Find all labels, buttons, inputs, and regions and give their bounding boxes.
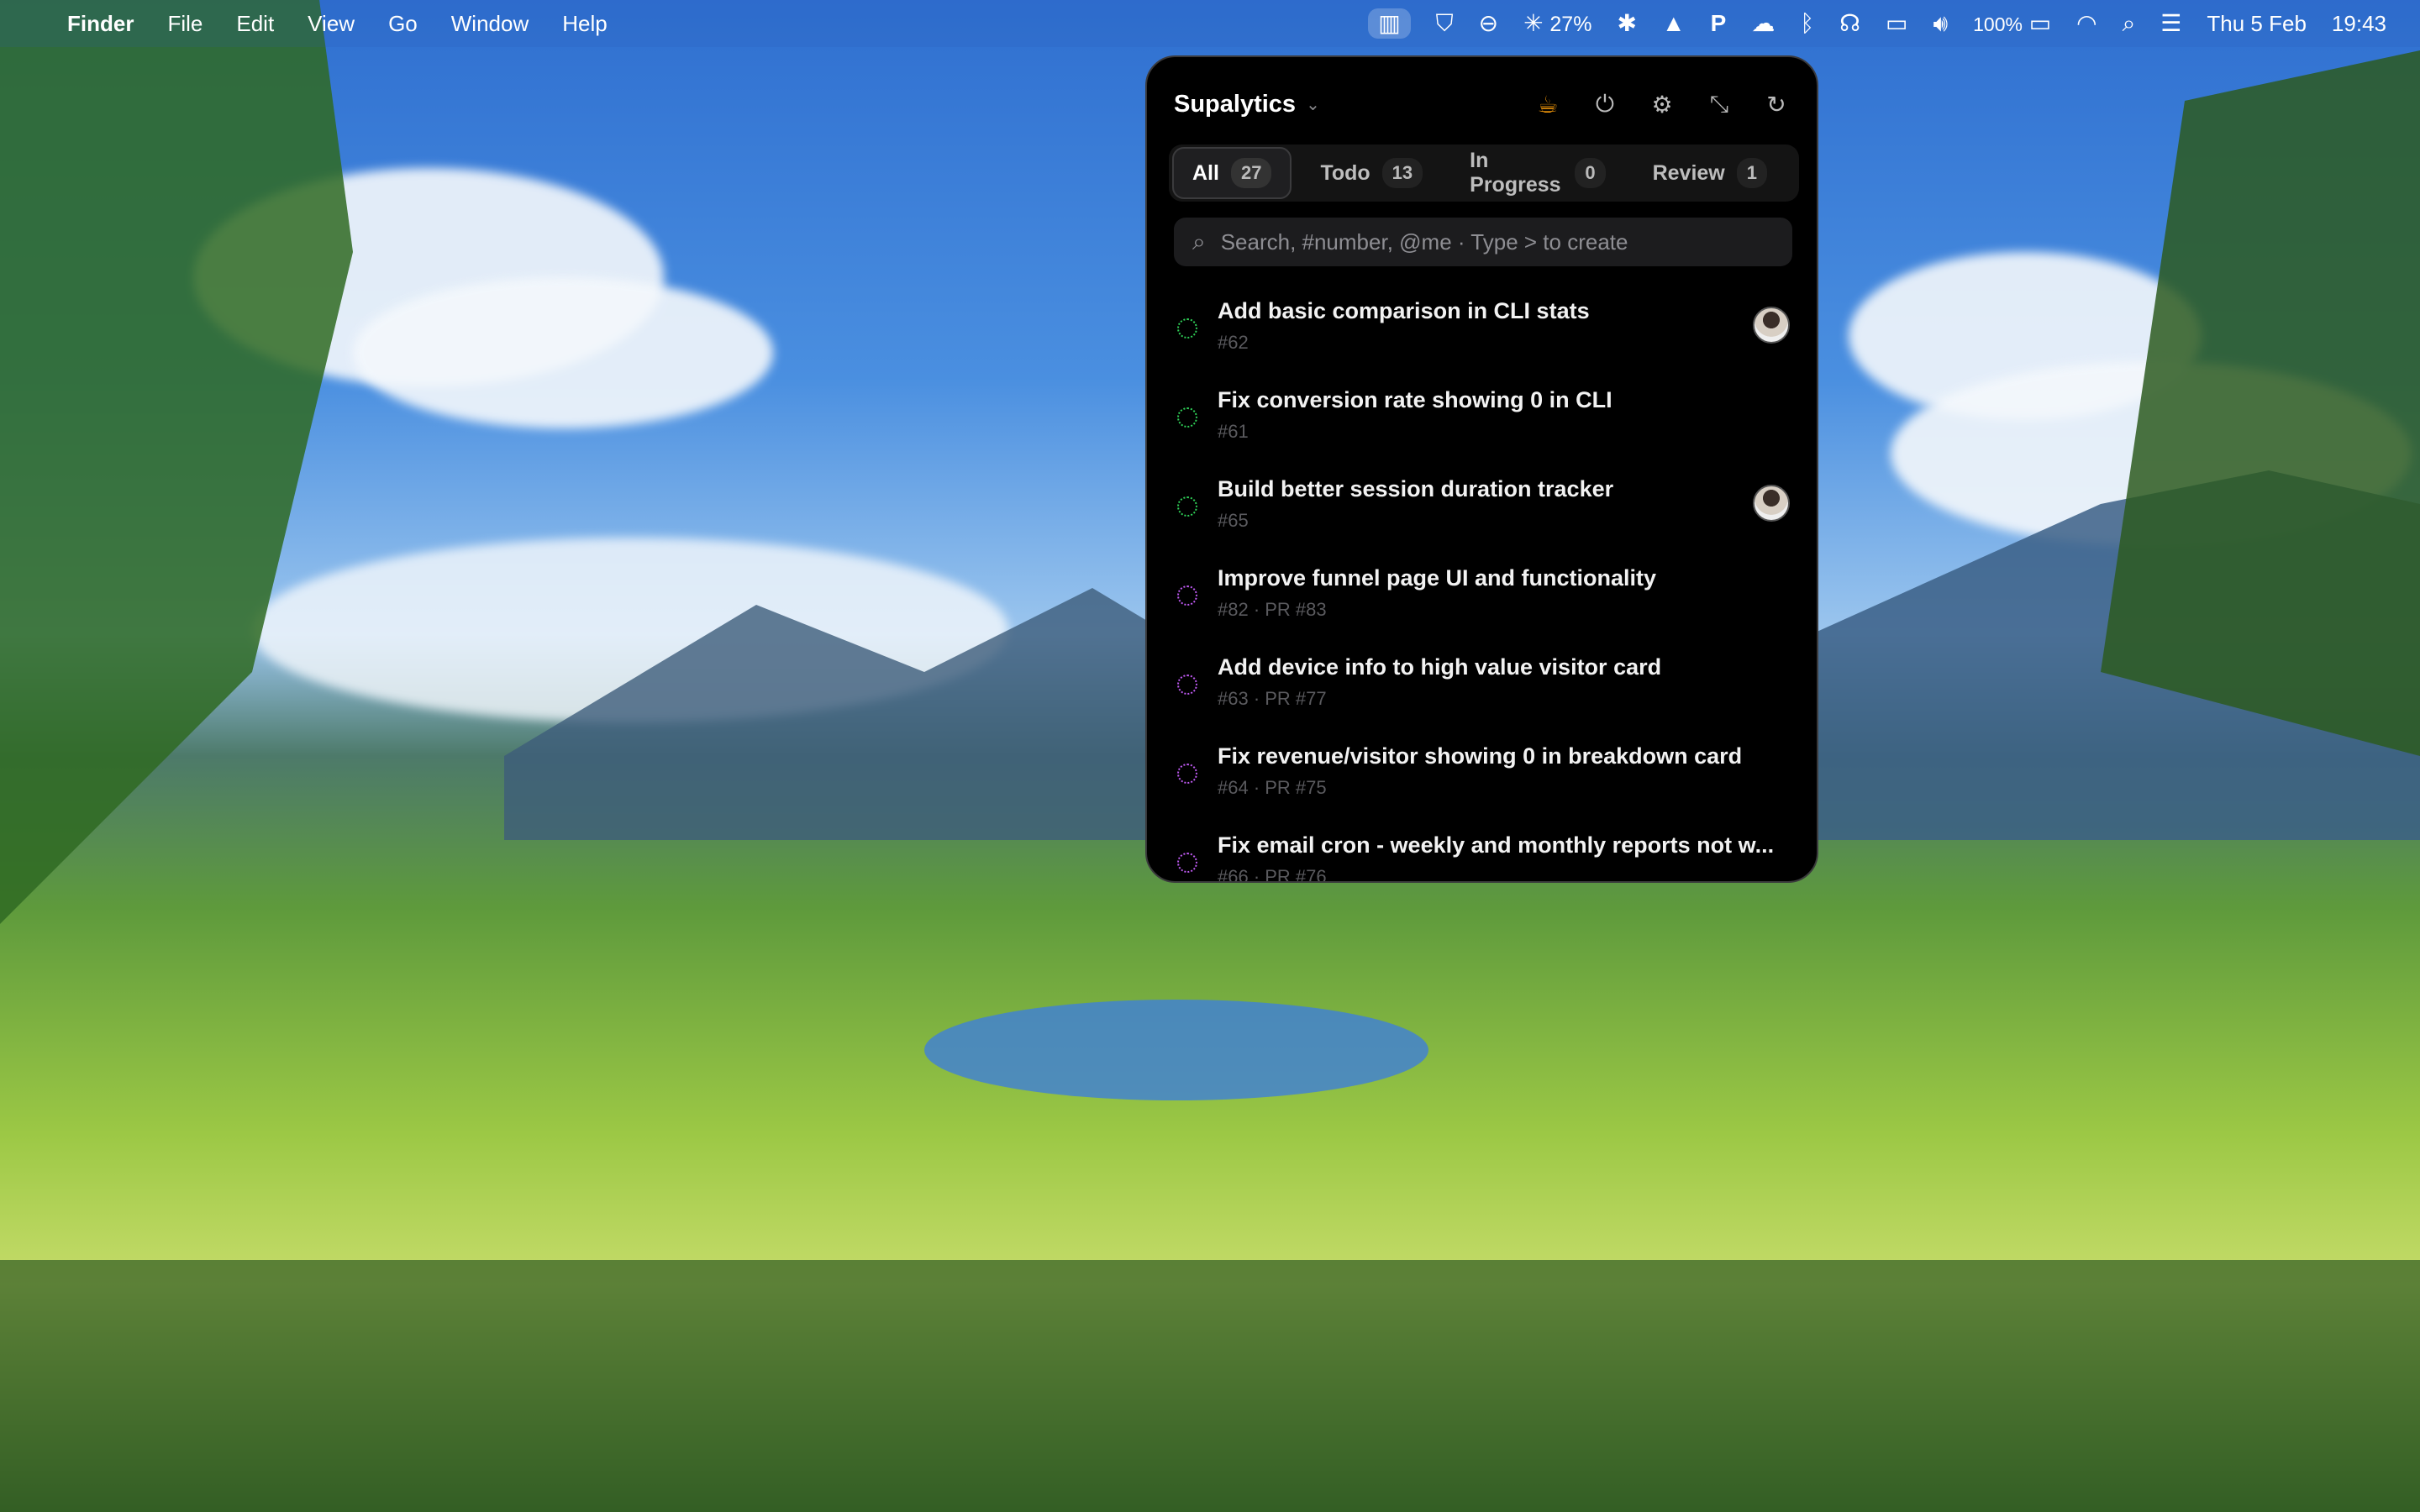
issue-title: Add basic comparison in CLI stats [1218,298,1590,324]
count-badge: 13 [1382,158,1423,188]
expand-icon[interactable]: ⤡ [1706,91,1733,118]
vpn-icon[interactable]: ⊖ [1479,12,1498,35]
shield-icon[interactable]: ⛉ [1436,12,1454,35]
issue-item[interactable]: Build better session duration tracker #6… [1147,466,1817,555]
display-icon[interactable]: ▭ [1886,12,1907,35]
review-status-icon[interactable] [1177,675,1197,695]
status-tabs: All 27 Todo 13 In Progress 0 Review 1 [1169,144,1799,202]
count-badge: 27 [1231,158,1271,188]
issue-number: #65 [1218,510,1249,532]
issue-item[interactable]: Fix conversion rate showing 0 in CLI #61 [1147,377,1817,466]
tab-all[interactable]: All 27 [1172,147,1292,199]
issue-list: Add basic comparison in CLI stats #62 Fi… [1147,288,1817,883]
coffee-icon[interactable]: ☕︎ [1534,91,1561,118]
issue-item[interactable]: Fix email cron - weekly and monthly repo… [1147,822,1817,883]
triangle-icon[interactable]: ▲ [1662,12,1686,35]
tab-label: In Progress [1470,149,1563,197]
menu-window[interactable]: Window [451,11,529,37]
todo-status-icon[interactable] [1177,407,1197,428]
asterisk-icon[interactable]: ✱ [1617,12,1636,35]
menu-edit[interactable]: Edit [236,11,274,37]
power-icon[interactable]: ⏻ [1591,91,1618,118]
bluetooth-icon[interactable]: ᛒ [1800,12,1814,35]
todo-status-icon[interactable] [1177,496,1197,517]
brightness-icon[interactable]: ✳ 27% [1523,12,1591,35]
volume-icon[interactable]: 🔊︎ [1933,12,1948,35]
menu-app-name[interactable]: Finder [67,11,134,37]
issue-title: Add device info to high value visitor ca… [1218,654,1661,680]
ear-icon[interactable]: ☊ [1839,12,1860,35]
tab-in-progress[interactable]: In Progress 0 [1451,147,1623,199]
count-badge: 1 [1737,158,1767,188]
columns-icon[interactable]: ▥ [1368,8,1410,39]
issue-title: Improve funnel page UI and functionality [1218,565,1656,591]
review-status-icon[interactable] [1177,585,1197,606]
cloud-icon[interactable]: ☁ [1751,12,1775,35]
clock-time[interactable]: 19:43 [2332,11,2386,37]
issue-title: Fix revenue/visitor showing 0 in breakdo… [1218,743,1742,769]
assignee-avatar[interactable] [1753,307,1790,344]
issue-number: #64 · PR #75 [1218,777,1327,799]
menu-bar: Finder File Edit View Go Window Help ▥ ⛉… [0,0,2420,47]
wifi-icon[interactable]: ◠ [2076,12,2096,35]
brightness-value: 27% [1549,13,1591,36]
spotlight-search-icon[interactable]: ⌕ [2123,12,2136,35]
issue-number: #61 [1218,421,1249,443]
tab-label: All [1192,161,1219,186]
control-center-icon[interactable]: ☰ [2160,12,2181,35]
search-icon: ⌕ [1192,228,1206,256]
supalytics-popover: Supalytics ⌄ ☕︎ ⏻ ⚙ ⤡ ↻ All 27 Todo 13 In … [1145,55,1818,883]
issue-title: Fix conversion rate showing 0 in CLI [1218,387,1612,413]
menu-file[interactable]: File [167,11,203,37]
clock-date[interactable]: Thu 5 Feb [2207,11,2307,37]
gear-icon[interactable]: ⚙ [1649,91,1676,118]
issue-item[interactable]: Improve funnel page UI and functionality… [1147,555,1817,644]
issue-number: #82 · PR #83 [1218,599,1327,621]
issue-title: Build better session duration tracker [1218,476,1613,502]
chevron-down-icon[interactable]: ⌄ [1306,94,1320,115]
p-app-icon[interactable]: P [1711,12,1727,35]
todo-status-icon[interactable] [1177,318,1197,339]
review-status-icon[interactable] [1177,853,1197,873]
search-bar: ⌕ [1174,218,1792,266]
issue-number: #63 · PR #77 [1218,688,1327,710]
search-input[interactable] [1221,229,1759,255]
issue-item[interactable]: Add basic comparison in CLI stats #62 [1147,288,1817,377]
battery-icon[interactable]: 100% ▭ [1973,12,2051,35]
refresh-icon[interactable]: ↻ [1763,91,1790,118]
issue-item[interactable]: Add device info to high value visitor ca… [1147,644,1817,733]
tab-todo[interactable]: Todo 13 [1302,147,1441,199]
issue-title: Fix email cron - weekly and monthly repo… [1218,832,1774,858]
count-badge: 0 [1575,158,1605,188]
issue-number: #66 · PR #76 [1218,866,1327,883]
tab-label: Review [1653,161,1725,186]
review-status-icon[interactable] [1177,764,1197,784]
issue-number: #62 [1218,332,1249,354]
project-title[interactable]: Supalytics [1174,91,1296,118]
menu-help[interactable]: Help [562,11,607,37]
battery-value: 100% [1973,13,2023,35]
issue-item[interactable]: Fix revenue/visitor showing 0 in breakdo… [1147,733,1817,822]
menu-go[interactable]: Go [388,11,418,37]
menu-view[interactable]: View [308,11,355,37]
assignee-avatar[interactable] [1753,485,1790,522]
tab-label: Todo [1320,161,1370,186]
tab-review[interactable]: Review 1 [1634,147,1786,199]
